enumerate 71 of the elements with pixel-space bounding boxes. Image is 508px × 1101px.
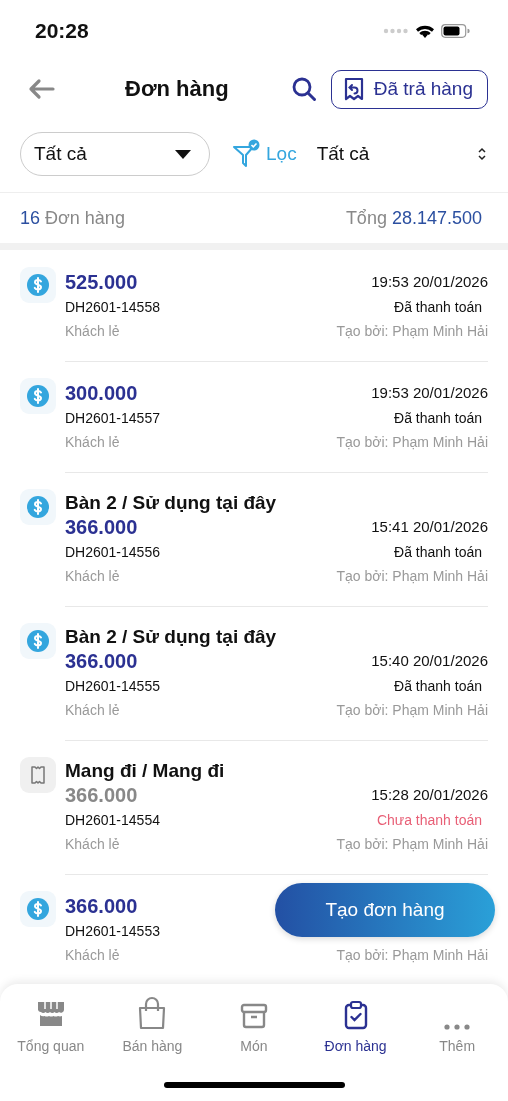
- order-amount: 366.000: [65, 515, 138, 540]
- dollar-icon: [27, 898, 49, 920]
- tab[interactable]: Thêm: [406, 996, 508, 1054]
- receipt-icon: [30, 765, 46, 785]
- created-by: Tạo bởi: Phạm Minh Hải: [336, 701, 488, 720]
- return-receipt-icon: [343, 77, 364, 101]
- customer-name: Khách lẻ: [65, 946, 120, 965]
- more-icon: [444, 1024, 471, 1030]
- order-row[interactable]: Bàn 2 / Sử dụng tại đây 366.000 15:40 20/01/2026 DH2601-14555 Đã thanh toán Khách lẻ Tạo bởi: Phạm Minh Hải: [0, 606, 508, 740]
- order-time: 19:53 20/01/2026: [371, 383, 488, 403]
- order-time: 15:40 20/01/2026: [371, 651, 488, 671]
- payment-status: Đã thanh toán: [394, 298, 483, 317]
- battery-icon: [441, 24, 470, 38]
- order-amount: 300.000: [65, 381, 138, 406]
- customer-name: Khách lẻ: [65, 835, 120, 854]
- payment-status: Đã thanh toán: [394, 677, 483, 696]
- page-title: Đơn hàng: [125, 76, 230, 102]
- customer-name: Khách lẻ: [65, 701, 120, 720]
- order-count: 16 Đơn hàng: [20, 207, 125, 229]
- payment-status: Đã thanh toán: [394, 543, 483, 562]
- order-code: DH2601-14555: [65, 677, 160, 696]
- clipboard-check-icon: [343, 1000, 368, 1030]
- tab[interactable]: Tổng quan: [0, 996, 102, 1054]
- dollar-icon: [27, 385, 49, 407]
- created-by: Tạo bởi: Phạm Minh Hải: [336, 835, 488, 854]
- customer-name: Khách lẻ: [65, 433, 120, 452]
- status-time: 20:28: [35, 19, 89, 43]
- order-time: 19:53 20/01/2026: [371, 272, 488, 292]
- sort-select[interactable]: Tất cả: [316, 143, 486, 165]
- order-time: 15:41 20/01/2026: [371, 517, 488, 537]
- updown-icon: [478, 147, 486, 161]
- order-title: Bàn 2 / Sử dụng tại đây: [65, 491, 278, 514]
- dollar-icon: [27, 630, 49, 652]
- order-amount: 366.000: [65, 894, 138, 919]
- search-icon[interactable]: [290, 76, 317, 102]
- order-code: DH2601-14558: [65, 298, 160, 317]
- dollar-icon: [27, 274, 49, 296]
- order-code: DH2601-14554: [65, 811, 160, 830]
- tab[interactable]: Bán hàng: [101, 996, 204, 1054]
- dollar-icon: [27, 496, 49, 518]
- order-row[interactable]: 300.000 19:53 20/01/2026 DH2601-14557 Đã thanh toán Khách lẻ Tạo bởi: Phạm Minh Hải: [0, 361, 508, 472]
- order-code: DH2601-14556: [65, 543, 160, 562]
- tab[interactable]: Món: [203, 996, 305, 1054]
- create-order-button[interactable]: Tạo đơn hàng: [275, 883, 495, 937]
- created-by: Tạo bởi: Phạm Minh Hải: [336, 433, 488, 452]
- back-icon[interactable]: [27, 78, 55, 100]
- order-total: Tổng 28.147.500: [345, 207, 482, 229]
- payment-status: Chưa thanh toán: [376, 811, 483, 830]
- tab[interactable]: Đơn hàng: [304, 996, 407, 1054]
- customer-name: Khách lẻ: [65, 567, 120, 586]
- payment-status: Đã thanh toán: [394, 409, 483, 428]
- returns-button[interactable]: Đã trả hàng: [330, 69, 488, 109]
- caret-icon: [175, 149, 191, 159]
- order-amount: 366.000: [65, 649, 138, 674]
- order-title: Bàn 2 / Sử dụng tại đây: [65, 625, 278, 648]
- order-row[interactable]: Bàn 2 / Sử dụng tại đây 366.000 15:41 20/01/2026 DH2601-14556 Đã thanh toán Khách lẻ Tạo bởi: Phạm Minh Hải: [0, 472, 508, 606]
- order-code: DH2601-14557: [65, 409, 160, 428]
- wifi-icon: [415, 23, 435, 39]
- order-row[interactable]: 525.000 19:53 20/01/2026 DH2601-14558 Đã thanh toán Khách lẻ Tạo bởi: Phạm Minh Hải: [0, 250, 508, 361]
- created-by: Tạo bởi: Phạm Minh Hải: [336, 567, 488, 586]
- order-amount: 525.000: [65, 270, 138, 295]
- order-code: DH2601-14553: [65, 922, 160, 941]
- archive-icon: [240, 1002, 268, 1030]
- order-amount: 366.000: [65, 783, 138, 808]
- created-by: Tạo bởi: Phạm Minh Hải: [336, 946, 488, 965]
- signal-icon: [383, 28, 409, 34]
- customer-name: Khách lẻ: [65, 322, 120, 341]
- created-by: Tạo bởi: Phạm Minh Hải: [336, 322, 488, 341]
- order-time: 15:28 20/01/2026: [371, 785, 488, 805]
- order-row[interactable]: Mang đi / Mang đi 366.000 15:28 20/01/2026 DH2601-14554 Chưa thanh toán Khách lẻ Tạo bởi: Phạm Minh Hải: [0, 740, 508, 874]
- order-title: Mang đi / Mang đi: [65, 759, 226, 782]
